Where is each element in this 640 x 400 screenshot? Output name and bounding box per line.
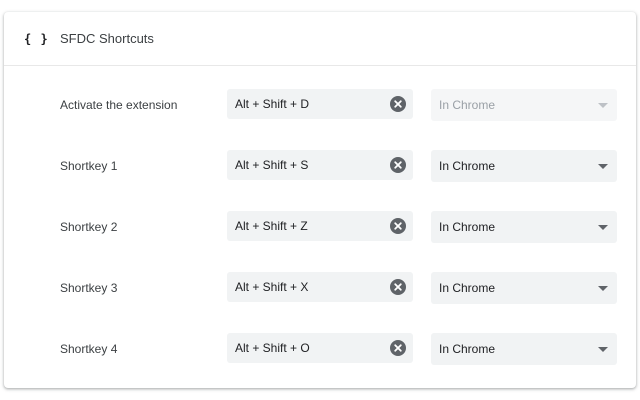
chevron-down-icon: [598, 286, 608, 291]
shortcut-input[interactable]: Alt + Shift + D: [227, 89, 413, 119]
shortcut-value: Alt + Shift + O: [235, 341, 310, 355]
close-circle-icon[interactable]: [390, 157, 406, 173]
shortcut-value: Alt + Shift + D: [235, 97, 310, 111]
shortcut-row-4: Shortkey 4 Alt + Shift + O In Chrome: [4, 333, 636, 365]
scope-value: In Chrome: [439, 98, 496, 112]
shortcut-input[interactable]: Alt + Shift + Z: [227, 211, 413, 241]
shortcut-row-activate: Activate the extension Alt + Shift + D I…: [4, 89, 636, 121]
close-circle-icon[interactable]: [390, 279, 406, 295]
chevron-down-icon: [598, 225, 608, 230]
scope-dropdown[interactable]: In Chrome: [431, 211, 617, 243]
row-label: Shortkey 2: [60, 220, 118, 234]
scope-value: In Chrome: [439, 220, 496, 234]
shortcut-input[interactable]: Alt + Shift + S: [227, 150, 413, 180]
shortcut-row-2: Shortkey 2 Alt + Shift + Z In Chrome: [4, 211, 636, 243]
shortcut-row-3: Shortkey 3 Alt + Shift + X In Chrome: [4, 272, 636, 304]
close-circle-icon[interactable]: [390, 218, 406, 234]
shortcut-value: Alt + Shift + Z: [235, 219, 308, 233]
close-circle-icon[interactable]: [390, 96, 406, 112]
chevron-down-icon: [598, 164, 608, 169]
row-label: Activate the extension: [60, 98, 178, 112]
scope-value: In Chrome: [439, 342, 496, 356]
scope-dropdown: In Chrome: [431, 89, 617, 121]
scope-value: In Chrome: [439, 159, 496, 173]
row-label: Shortkey 1: [60, 159, 118, 173]
shortcut-value: Alt + Shift + S: [235, 158, 309, 172]
extension-name: SFDC Shortcuts: [60, 31, 154, 46]
extension-shortcuts-card: { } SFDC Shortcuts Activate the extensio…: [4, 12, 636, 388]
chevron-down-icon: [598, 347, 608, 352]
scope-dropdown[interactable]: In Chrome: [431, 333, 617, 365]
shortcut-value: Alt + Shift + X: [235, 280, 309, 294]
shortcut-input[interactable]: Alt + Shift + X: [227, 272, 413, 302]
scope-value: In Chrome: [439, 281, 496, 295]
braces-icon: { }: [24, 31, 49, 46]
shortcut-input[interactable]: Alt + Shift + O: [227, 333, 413, 363]
row-label: Shortkey 3: [60, 281, 118, 295]
close-circle-icon[interactable]: [390, 340, 406, 356]
chevron-down-icon: [598, 103, 608, 108]
shortcut-row-1: Shortkey 1 Alt + Shift + S In Chrome: [4, 150, 636, 182]
card-header: { } SFDC Shortcuts: [4, 12, 636, 66]
row-label: Shortkey 4: [60, 342, 118, 356]
scope-dropdown[interactable]: In Chrome: [431, 150, 617, 182]
scope-dropdown[interactable]: In Chrome: [431, 272, 617, 304]
